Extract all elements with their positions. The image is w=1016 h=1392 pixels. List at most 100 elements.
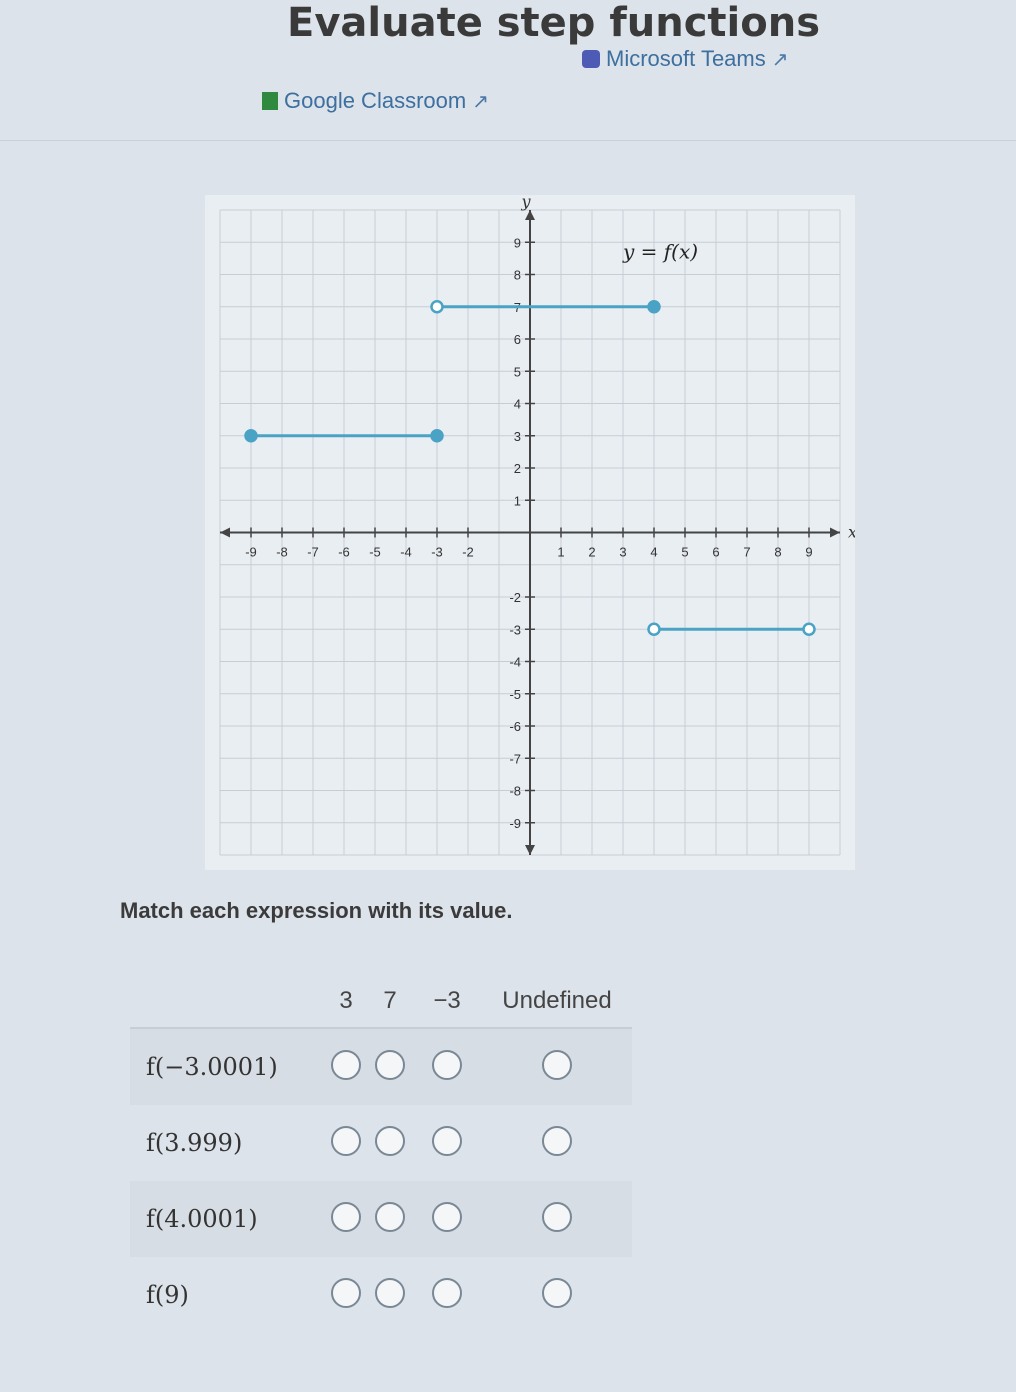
choice-cell bbox=[324, 1105, 368, 1181]
choice-cell bbox=[368, 1028, 412, 1105]
x-tick-label: 9 bbox=[805, 545, 812, 560]
choice-cell bbox=[324, 1257, 368, 1333]
y-tick-label: 5 bbox=[514, 364, 521, 379]
x-tick-label: -3 bbox=[431, 545, 443, 560]
microsoft-teams-link[interactable]: Microsoft Teams ↗ bbox=[582, 46, 789, 72]
radio-option[interactable] bbox=[432, 1201, 462, 1232]
column-header: 3 bbox=[324, 975, 368, 1029]
choice-cell bbox=[412, 1257, 482, 1333]
open-endpoint bbox=[430, 300, 444, 314]
question-prompt: Match each expression with its value. bbox=[120, 898, 513, 923]
step-function-graph: -9-8-7-6-5-4-3-2123456789987654321-2-3-4… bbox=[205, 195, 855, 870]
column-header: Undefined bbox=[482, 975, 632, 1029]
radio-option[interactable] bbox=[375, 1049, 405, 1080]
radio-option[interactable] bbox=[331, 1277, 361, 1308]
radio-option[interactable] bbox=[542, 1125, 572, 1156]
open-endpoint bbox=[802, 622, 816, 636]
function-label: y = f(x) bbox=[622, 239, 698, 263]
y-tick-label: 6 bbox=[514, 332, 521, 347]
expression-label: f(3.999) bbox=[146, 1129, 243, 1157]
y-tick-label: 1 bbox=[514, 493, 521, 508]
x-tick-label: -6 bbox=[338, 545, 350, 560]
microsoft-teams-label: Microsoft Teams bbox=[606, 46, 766, 71]
closed-endpoint bbox=[430, 429, 444, 443]
expression-label: f(9) bbox=[146, 1281, 189, 1309]
column-header: 7 bbox=[368, 975, 412, 1029]
choice-cell bbox=[482, 1028, 632, 1105]
choice-cell bbox=[368, 1105, 412, 1181]
x-axis-label: x bbox=[848, 523, 855, 542]
x-tick-label: 7 bbox=[743, 545, 750, 560]
y-axis-label: y bbox=[520, 195, 531, 211]
y-tick-label: -5 bbox=[509, 687, 521, 702]
x-tick-label: 1 bbox=[557, 545, 564, 560]
x-tick-label: -8 bbox=[276, 545, 288, 560]
expression-label: f(4.0001) bbox=[130, 1181, 324, 1257]
column-header: −3 bbox=[412, 975, 482, 1029]
expression-label: f(−3.0001) bbox=[130, 1028, 324, 1105]
choice-cell bbox=[482, 1105, 632, 1181]
choice-cell bbox=[368, 1257, 412, 1333]
y-tick-label: -4 bbox=[509, 655, 521, 670]
y-tick-label: 4 bbox=[514, 397, 521, 412]
google-classroom-icon bbox=[262, 92, 278, 110]
google-classroom-link[interactable]: Google Classroom ↗ bbox=[262, 88, 489, 114]
x-tick-label: 2 bbox=[588, 545, 595, 560]
x-tick-label: 8 bbox=[774, 545, 781, 560]
radio-option[interactable] bbox=[375, 1277, 405, 1308]
y-tick-label: -2 bbox=[509, 590, 521, 605]
table-row: f(4.0001) bbox=[130, 1181, 632, 1257]
y-tick-label: -3 bbox=[509, 622, 521, 637]
choice-cell bbox=[482, 1181, 632, 1257]
x-tick-label: -4 bbox=[400, 545, 412, 560]
match-table: 3 7 −3 Undefined f(−3.0001) f(3.999) f(4… bbox=[130, 975, 632, 1333]
x-tick-label: 3 bbox=[619, 545, 626, 560]
google-classroom-label: Google Classroom bbox=[284, 88, 467, 113]
radio-option[interactable] bbox=[432, 1049, 462, 1080]
y-tick-label: 8 bbox=[514, 268, 521, 283]
closed-endpoint bbox=[647, 300, 661, 314]
choice-cell bbox=[412, 1181, 482, 1257]
y-tick-label: 3 bbox=[514, 429, 521, 444]
external-link-icon: ↗ bbox=[472, 90, 489, 113]
radio-option[interactable] bbox=[542, 1049, 572, 1080]
y-tick-label: 9 bbox=[514, 235, 521, 250]
external-link-icon: ↗ bbox=[771, 48, 789, 71]
radio-option[interactable] bbox=[432, 1277, 462, 1308]
x-tick-label: -5 bbox=[369, 545, 381, 560]
expression-header bbox=[130, 975, 324, 1029]
y-tick-label: -6 bbox=[509, 719, 521, 734]
radio-option[interactable] bbox=[542, 1201, 572, 1232]
divider bbox=[0, 140, 1016, 141]
choice-cell bbox=[412, 1028, 482, 1105]
radio-option[interactable] bbox=[542, 1277, 572, 1308]
radio-option[interactable] bbox=[331, 1201, 361, 1232]
radio-option[interactable] bbox=[331, 1125, 361, 1156]
y-tick-label: -7 bbox=[509, 751, 521, 766]
radio-option[interactable] bbox=[375, 1201, 405, 1232]
y-tick-label: -9 bbox=[509, 816, 521, 831]
choice-cell bbox=[324, 1028, 368, 1105]
page-title: Evaluate step functions bbox=[287, 0, 821, 46]
choice-cell bbox=[412, 1105, 482, 1181]
table-row: f(9) bbox=[130, 1257, 632, 1333]
y-tick-label: -8 bbox=[509, 784, 521, 799]
radio-option[interactable] bbox=[432, 1125, 462, 1156]
choice-cell bbox=[368, 1181, 412, 1257]
y-tick-label: 2 bbox=[514, 461, 521, 476]
closed-endpoint bbox=[244, 429, 258, 443]
choice-cell bbox=[324, 1181, 368, 1257]
x-tick-label: 6 bbox=[712, 545, 719, 560]
table-row: f(3.999) bbox=[130, 1105, 632, 1181]
table-row: f(−3.0001) bbox=[130, 1028, 632, 1105]
x-tick-label: -7 bbox=[307, 545, 319, 560]
radio-option[interactable] bbox=[375, 1125, 405, 1156]
x-tick-label: -2 bbox=[462, 545, 474, 560]
microsoft-teams-icon bbox=[582, 50, 600, 68]
x-tick-label: -9 bbox=[245, 545, 257, 560]
x-tick-label: 5 bbox=[681, 545, 688, 560]
open-endpoint bbox=[647, 622, 661, 636]
radio-option[interactable] bbox=[331, 1049, 361, 1080]
x-tick-label: 4 bbox=[650, 545, 657, 560]
choice-cell bbox=[482, 1257, 632, 1333]
